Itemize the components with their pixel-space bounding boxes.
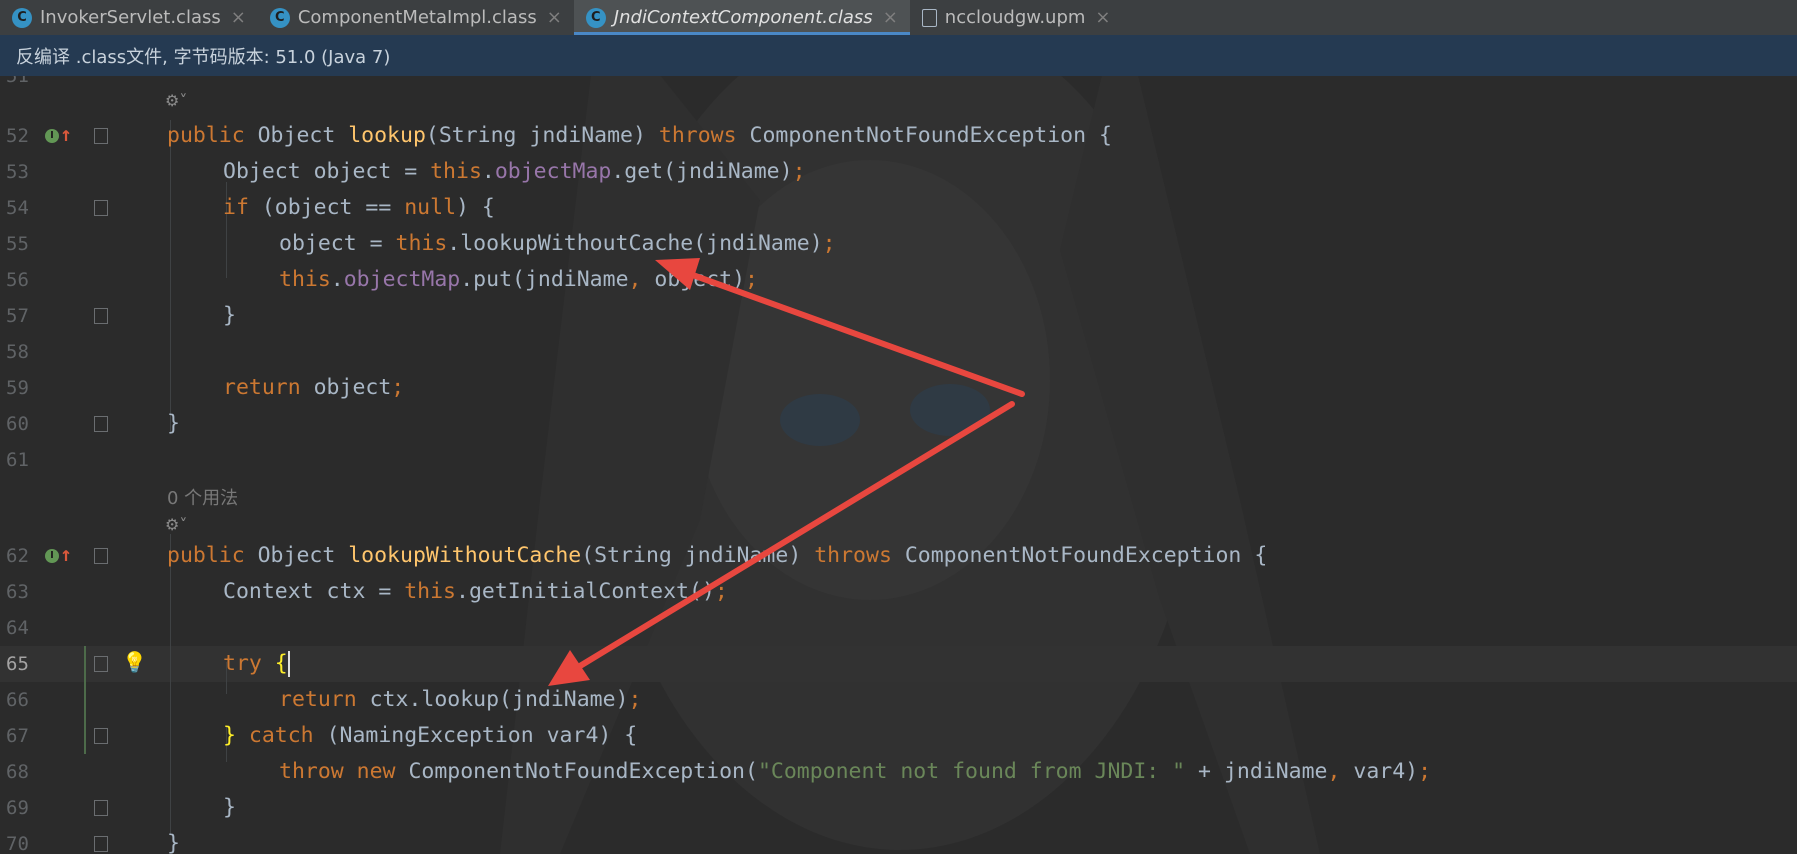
- arrow-up-icon[interactable]: ↑: [60, 116, 72, 152]
- code-line: 66 return ctx.lookup(jndiName);: [0, 682, 1797, 718]
- code-line: 64: [0, 610, 1797, 646]
- tab-label: JndiContextComponent.class: [613, 7, 873, 28]
- tab-componentmetaimpl[interactable]: C ComponentMetaImpl.class ×: [258, 0, 574, 35]
- code-line: 63 Context ctx = this.getInitialContext(…: [0, 574, 1797, 610]
- code-text: if (object == null) {: [223, 195, 495, 220]
- close-icon[interactable]: ×: [231, 7, 246, 28]
- file-icon: [921, 8, 937, 27]
- code-text: throw new ComponentNotFoundException("Co…: [279, 759, 1432, 784]
- code-line: 68 throw new ComponentNotFoundException(…: [0, 754, 1797, 790]
- fold-icon[interactable]: [94, 308, 108, 324]
- code-text: object = this.lookupWithoutCache(jndiNam…: [279, 231, 836, 256]
- line-number: 56: [6, 269, 29, 291]
- arrow-up-icon[interactable]: ↑: [60, 536, 72, 572]
- close-icon[interactable]: ×: [547, 7, 562, 28]
- code-text: return ctx.lookup(jndiName);: [279, 687, 642, 712]
- code-text: }: [167, 831, 180, 854]
- editor-tab-bar: C InvokerServlet.class × C ComponentMeta…: [0, 0, 1797, 36]
- line-number: 68: [6, 761, 29, 783]
- code-text: Context ctx = this.getInitialContext();: [223, 579, 728, 604]
- line-number: 62: [6, 545, 29, 567]
- fold-icon[interactable]: [94, 128, 108, 144]
- fold-icon[interactable]: [94, 200, 108, 216]
- tab-label: ComponentMetaImpl.class: [297, 7, 537, 28]
- code-line: 52 I ↑ public Object lookup(String jndiN…: [0, 118, 1797, 154]
- class-icon: C: [269, 7, 290, 28]
- line-number: 53: [6, 161, 29, 183]
- code-text: try {: [223, 651, 290, 677]
- code-line: 57 }: [0, 298, 1797, 334]
- code-line: 54 if (object == null) {: [0, 190, 1797, 226]
- code-text: Object object = this.objectMap.get(jndiN…: [223, 159, 806, 184]
- line-number: 63: [6, 581, 29, 603]
- code-editor[interactable]: 51 ⚙˅ 52 I ↑ public Object lookup(String…: [0, 76, 1797, 854]
- tab-label: InvokerServlet.class: [40, 7, 221, 28]
- fold-icon[interactable]: [94, 800, 108, 816]
- line-number: 61: [6, 449, 29, 471]
- line-number: 58: [6, 341, 29, 363]
- line-number: 55: [6, 233, 29, 255]
- lightbulb-icon[interactable]: 💡: [122, 644, 147, 680]
- code-text: public Object lookup(String jndiName) th…: [167, 123, 1112, 148]
- code-text: this.objectMap.put(jndiName, object);: [279, 267, 758, 292]
- text-caret: [287, 651, 290, 677]
- line-number: 52: [6, 125, 29, 147]
- inlay-hint-icon[interactable]: ⚙˅: [165, 91, 187, 110]
- code-text: }: [223, 303, 236, 328]
- close-icon[interactable]: ×: [1095, 7, 1110, 28]
- line-number: 64: [6, 617, 29, 639]
- code-line: 59 return object;: [0, 370, 1797, 406]
- implements-icon[interactable]: I: [45, 129, 59, 143]
- code-line: 62 I ↑ public Object lookupWithoutCache(…: [0, 538, 1797, 574]
- code-line: 70 }: [0, 826, 1797, 854]
- tab-jndicontextcomponent[interactable]: C JndiContextComponent.class ×: [573, 0, 910, 35]
- fold-icon[interactable]: [94, 836, 108, 852]
- code-text: }: [223, 795, 236, 820]
- code-line: 69 }: [0, 790, 1797, 826]
- line-number: 65: [6, 653, 29, 675]
- code-line: 58: [0, 334, 1797, 370]
- code-text: }: [167, 411, 180, 436]
- class-icon: C: [12, 7, 32, 28]
- code-line: 65 💡 try {: [0, 646, 1797, 682]
- fold-icon[interactable]: [94, 728, 108, 744]
- fold-icon[interactable]: [94, 416, 108, 432]
- line-number: 54: [6, 197, 29, 219]
- line-number: 70: [6, 833, 29, 854]
- code-text: } catch (NamingException var4) {: [223, 723, 638, 748]
- class-icon: C: [585, 7, 606, 28]
- tab-invokerservlet[interactable]: C InvokerServlet.class ×: [0, 0, 258, 35]
- line-number: 60: [6, 413, 29, 435]
- line-number: 66: [6, 689, 29, 711]
- line-number: 59: [6, 377, 29, 399]
- code-line: 61: [0, 442, 1797, 478]
- code-line: 53 Object object = this.objectMap.get(jn…: [0, 154, 1797, 190]
- inlay-hint-icon[interactable]: ⚙˅: [165, 515, 187, 534]
- fold-icon[interactable]: [94, 548, 108, 564]
- fold-icon[interactable]: [94, 656, 108, 672]
- usages-hint[interactable]: 0 个用法: [167, 484, 238, 510]
- code-line: 51: [0, 76, 1797, 94]
- code-line: 56 this.objectMap.put(jndiName, object);: [0, 262, 1797, 298]
- code-line: 67 } catch (NamingException var4) {: [0, 718, 1797, 754]
- code-text: public Object lookupWithoutCache(String …: [167, 543, 1268, 568]
- line-number: 69: [6, 797, 29, 819]
- code-line: 55 object = this.lookupWithoutCache(jndi…: [0, 226, 1797, 262]
- decompiled-notice-banner: 反编译 .class文件, 字节码版本: 51.0 (Java 7): [0, 35, 1797, 76]
- implements-icon[interactable]: I: [45, 549, 59, 563]
- line-number: 67: [6, 725, 29, 747]
- tab-nccloudgw[interactable]: nccloudgw.upm ×: [910, 0, 1123, 35]
- close-icon[interactable]: ×: [883, 7, 898, 28]
- line-number: 57: [6, 305, 29, 327]
- code-text: return object;: [223, 375, 405, 400]
- line-number: 51: [6, 76, 29, 87]
- tab-label: nccloudgw.upm: [944, 7, 1086, 28]
- code-line: 60 }: [0, 406, 1797, 442]
